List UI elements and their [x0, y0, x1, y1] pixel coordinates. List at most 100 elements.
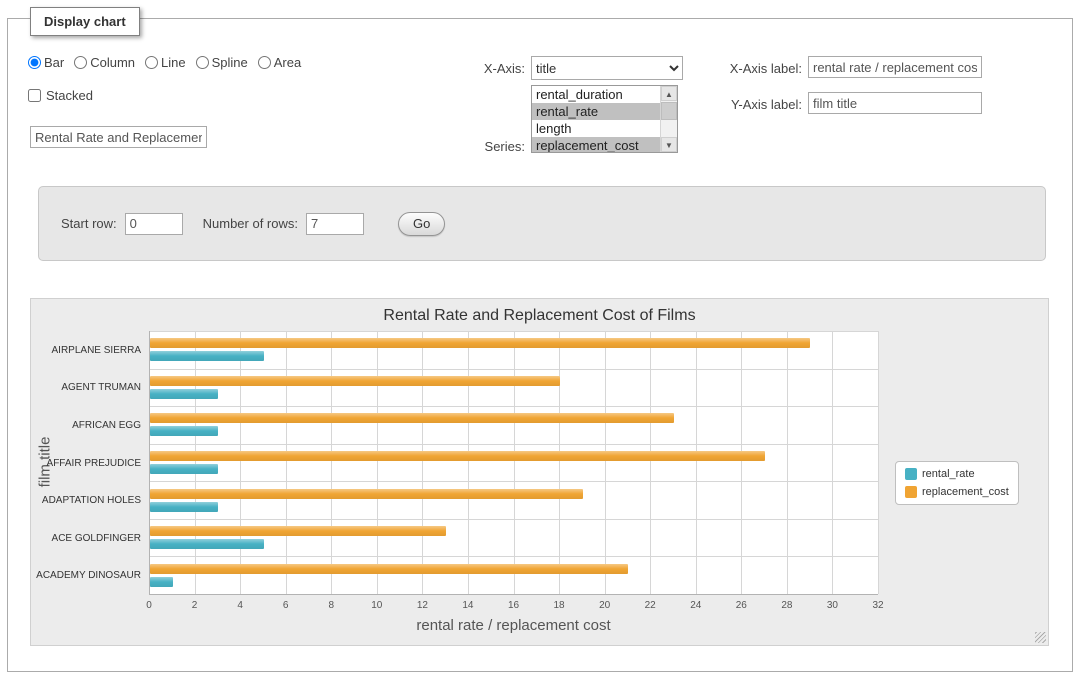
chart-type-line[interactable]: Line [145, 55, 186, 70]
x-tick-label: 8 [314, 600, 348, 611]
x-axis-title: rental rate / replacement cost [149, 617, 878, 634]
x-tick-label: 2 [178, 600, 212, 611]
chart-type-bar[interactable]: Bar [28, 55, 64, 70]
start-row-label: Start row: [61, 216, 117, 231]
bar-replacement_cost [150, 338, 810, 348]
x-tick-label: 12 [405, 600, 439, 611]
gridline-x [878, 331, 879, 594]
stacked-checkbox[interactable] [28, 89, 41, 102]
gridline-y [149, 331, 878, 332]
number-of-rows-label: Number of rows: [203, 216, 298, 231]
chart-type-group: Bar Column Line Spline Area [28, 55, 301, 70]
series-option-replacement_cost[interactable]: replacement_cost [532, 137, 660, 152]
x-tick-label: 18 [542, 600, 576, 611]
x-tick-label: 14 [451, 600, 485, 611]
legend-swatch-rental_rate [905, 468, 917, 480]
chart-title: Rental Rate and Replacement Cost of Film… [31, 307, 1048, 325]
gridline-y [149, 406, 878, 407]
bar-replacement_cost [150, 451, 765, 461]
number-of-rows-input[interactable] [306, 213, 364, 235]
gridline-x [832, 331, 833, 594]
stacked-option[interactable]: Stacked [28, 88, 93, 103]
x-axis-label-input[interactable] [808, 56, 982, 78]
gridline-y [149, 369, 878, 370]
chart-type-area[interactable]: Area [258, 55, 301, 70]
gridline-x [650, 331, 651, 594]
x-tick-label: 24 [679, 600, 713, 611]
bar-replacement_cost [150, 413, 674, 423]
gridline-y [149, 444, 878, 445]
scrollbar-down-icon[interactable]: ▼ [661, 137, 677, 152]
scrollbar-up-icon[interactable]: ▲ [661, 86, 677, 101]
category-label: ADAPTATION HOLES [31, 495, 141, 506]
bar-rental_rate [150, 464, 218, 474]
y-axis-label-label: Y-Axis label: [694, 97, 802, 112]
x-tick-label: 20 [588, 600, 622, 611]
chart-type-label-bar: Bar [44, 55, 64, 70]
chart-type-label-area: Area [274, 55, 301, 70]
bar-rental_rate [150, 539, 264, 549]
series-scrollbar[interactable]: ▲ ▼ [660, 86, 677, 152]
legend-swatch-replacement_cost [905, 486, 917, 498]
chart-legend: rental_rate replacement_cost [895, 461, 1019, 505]
series-label: Series: [445, 139, 525, 154]
bar-rental_rate [150, 351, 264, 361]
series-options: rental_durationrental_ratelengthreplacem… [532, 86, 660, 152]
gridline-x [787, 331, 788, 594]
chart-type-spline[interactable]: Spline [196, 55, 248, 70]
x-tick-label: 30 [815, 600, 849, 611]
chart-type-label-column: Column [90, 55, 135, 70]
chart-type-radio-area[interactable] [258, 56, 271, 69]
bar-rental_rate [150, 426, 218, 436]
category-label: ACADEMY DINOSAUR [31, 570, 141, 581]
x-axis-select-label: X-Axis: [445, 61, 525, 76]
x-tick-label: 28 [770, 600, 804, 611]
y-axis-label-input[interactable] [808, 92, 982, 114]
x-tick-label: 10 [360, 600, 394, 611]
rows-panel: Start row: Number of rows: Go [38, 186, 1046, 261]
legend-label-replacement_cost: replacement_cost [922, 486, 1009, 498]
start-row-input[interactable] [125, 213, 183, 235]
x-tick-label: 22 [633, 600, 667, 611]
chart-type-radio-bar[interactable] [28, 56, 41, 69]
category-label: AFRICAN EGG [31, 420, 141, 431]
category-label: AGENT TRUMAN [31, 382, 141, 393]
legend-item-replacement_cost[interactable]: replacement_cost [905, 486, 1009, 498]
category-label: AIRPLANE SIERRA [31, 345, 141, 356]
x-axis-line [149, 594, 878, 595]
bar-replacement_cost [150, 526, 446, 536]
category-label: ACE GOLDFINGER [31, 533, 141, 544]
x-tick-label: 4 [223, 600, 257, 611]
gridline-y [149, 556, 878, 557]
bar-replacement_cost [150, 376, 560, 386]
chart-type-radio-line[interactable] [145, 56, 158, 69]
gridline-x [377, 331, 378, 594]
x-axis-label-label: X-Axis label: [694, 61, 802, 76]
scrollbar-thumb[interactable] [661, 102, 677, 120]
bar-rental_rate [150, 577, 173, 587]
chart-title-input[interactable] [30, 126, 207, 148]
x-axis-select[interactable]: title [531, 56, 683, 80]
bar-rental_rate [150, 389, 218, 399]
resize-handle-icon[interactable] [1035, 632, 1046, 643]
gridline-x [559, 331, 560, 594]
series-option-rental_duration[interactable]: rental_duration [532, 86, 660, 103]
gridline-x [331, 331, 332, 594]
x-tick-label: 6 [269, 600, 303, 611]
gridline-x [605, 331, 606, 594]
x-tick-label: 26 [724, 600, 758, 611]
series-option-length[interactable]: length [532, 120, 660, 137]
gridline-x [696, 331, 697, 594]
x-tick-label: 16 [497, 600, 531, 611]
chart-type-column[interactable]: Column [74, 55, 135, 70]
y-axis-line [149, 331, 150, 594]
gridline-x [240, 331, 241, 594]
chart-type-radio-spline[interactable] [196, 56, 209, 69]
legend-item-rental_rate[interactable]: rental_rate [905, 468, 1009, 480]
bar-replacement_cost [150, 564, 628, 574]
chart-type-radio-column[interactable] [74, 56, 87, 69]
series-option-rental_rate[interactable]: rental_rate [532, 103, 660, 120]
go-button[interactable]: Go [398, 212, 445, 236]
gridline-x [741, 331, 742, 594]
series-listbox[interactable]: rental_durationrental_ratelengthreplacem… [531, 85, 678, 153]
